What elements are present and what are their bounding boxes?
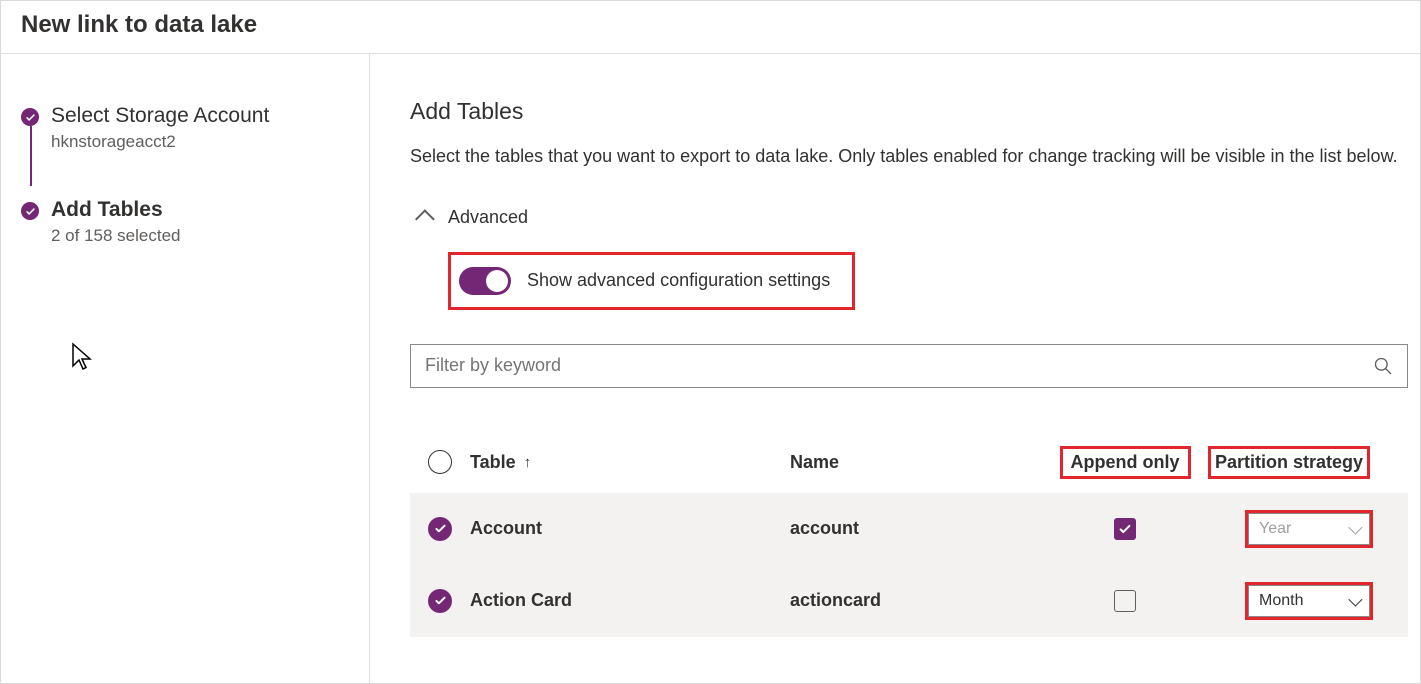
check-icon: [21, 108, 39, 126]
wizard-sidebar: Select Storage Account hknstorageacct2 A…: [1, 54, 370, 684]
row-select-checkbox[interactable]: [428, 589, 452, 613]
advanced-toggle-header[interactable]: Advanced: [420, 207, 1380, 228]
chevron-down-icon: [1348, 520, 1362, 534]
column-table[interactable]: Table ↑: [470, 452, 790, 473]
select-value: Month: [1259, 592, 1303, 610]
step-title: Select Storage Account: [51, 104, 269, 128]
row-select-checkbox[interactable]: [428, 517, 452, 541]
step-select-storage[interactable]: Select Storage Account hknstorageacct2: [21, 104, 349, 152]
search-icon: [1373, 356, 1393, 376]
filter-input[interactable]: [425, 355, 1373, 376]
select-value: Year: [1259, 520, 1291, 538]
advanced-label: Advanced: [448, 207, 528, 228]
append-only-checkbox[interactable]: [1114, 518, 1136, 540]
row-table-name: Account: [470, 518, 790, 539]
advanced-settings-toggle-row: Show advanced configuration settings: [448, 252, 855, 310]
partition-strategy-select[interactable]: Month: [1248, 585, 1370, 617]
page-title: New link to data lake: [1, 1, 1420, 54]
column-append-only[interactable]: Append only: [1060, 446, 1191, 479]
step-add-tables[interactable]: Add Tables 2 of 158 selected: [21, 198, 349, 246]
partition-strategy-select[interactable]: Year: [1248, 513, 1370, 545]
row-name: actioncard: [790, 590, 1050, 611]
tables-list: Table ↑ Name Append only Partition strat…: [410, 438, 1408, 637]
step-title: Add Tables: [51, 198, 180, 222]
step-connector: [30, 126, 32, 186]
row-table-name: Action Card: [470, 590, 790, 611]
chevron-down-icon: [1348, 592, 1362, 606]
column-partition-strategy[interactable]: Partition strategy: [1208, 446, 1370, 479]
table-row[interactable]: Action Card actioncard Month: [410, 565, 1408, 637]
cursor-icon: [71, 342, 95, 379]
column-name[interactable]: Name: [790, 452, 1050, 473]
check-icon: [21, 202, 39, 220]
sort-ascending-icon: ↑: [524, 454, 532, 471]
column-table-label: Table: [470, 452, 516, 473]
table-header-row: Table ↑ Name Append only Partition strat…: [410, 438, 1408, 493]
step-subtitle: hknstorageacct2: [51, 132, 269, 152]
table-row[interactable]: Account account Year: [410, 493, 1408, 565]
section-title: Add Tables: [410, 98, 1380, 125]
show-advanced-toggle[interactable]: [459, 267, 511, 295]
toggle-label: Show advanced configuration settings: [527, 270, 830, 291]
row-name: account: [790, 518, 1050, 539]
select-all-checkbox[interactable]: [428, 450, 452, 474]
append-only-checkbox[interactable]: [1114, 590, 1136, 612]
step-subtitle: 2 of 158 selected: [51, 226, 180, 246]
filter-input-wrapper[interactable]: [410, 344, 1408, 388]
section-description: Select the tables that you want to expor…: [410, 143, 1408, 171]
chevron-up-icon: [415, 210, 435, 230]
